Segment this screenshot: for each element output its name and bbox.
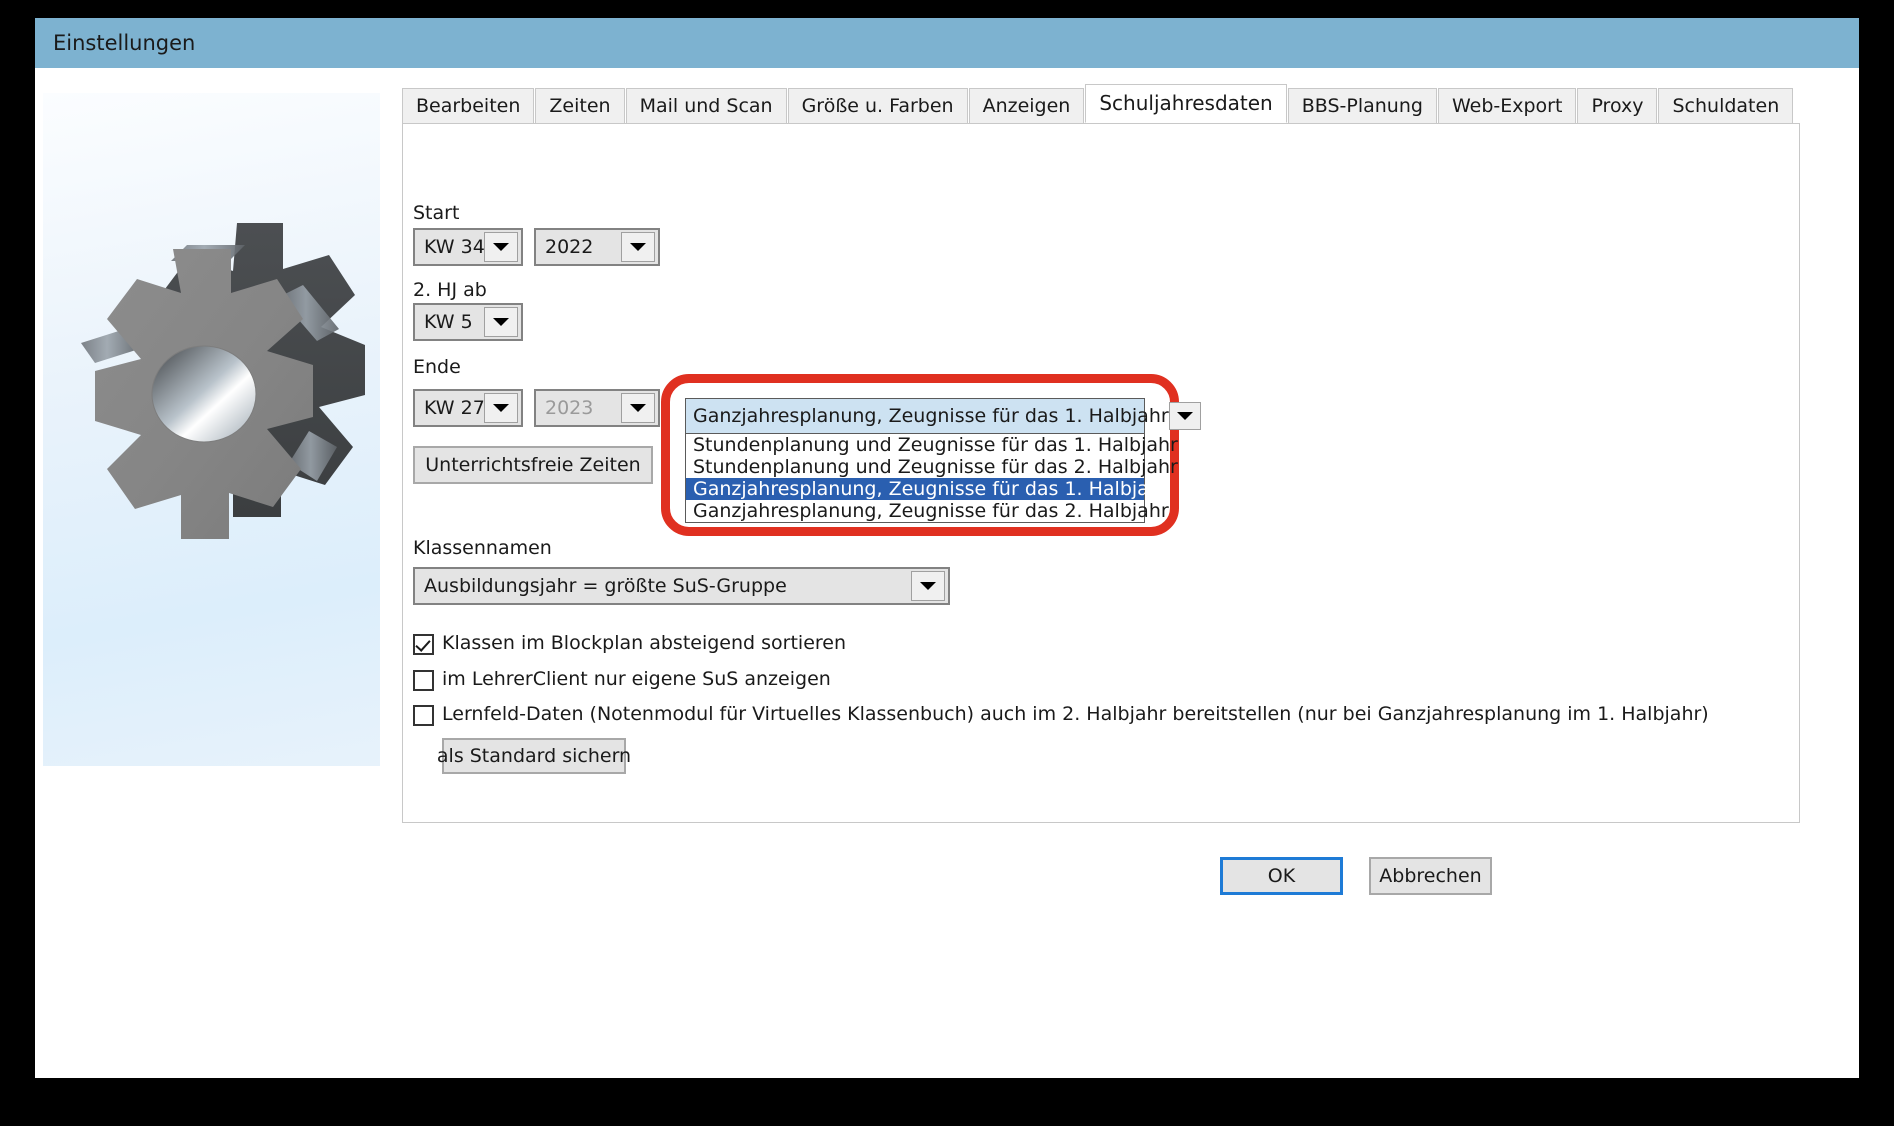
tab-schuljahresdaten[interactable]: Schuljahresdaten <box>1085 84 1287 123</box>
gear-illustration-panel <box>43 93 380 766</box>
tab-groesse-u-farben[interactable]: Größe u. Farben <box>787 88 968 123</box>
checkbox-row-lehrerclient-eigene-sus[interactable]: im LehrerClient nur eigene SuS anzeigen <box>413 668 831 691</box>
planungsart-option-list[interactable]: Stundenplanung und Zeugnisse für das 1. … <box>685 434 1178 523</box>
start-label: Start <box>413 202 460 224</box>
chevron-down-icon[interactable] <box>911 571 945 601</box>
checkbox-label-lernfeld-daten: Lernfeld-Daten (Notenmodul für Virtuelle… <box>442 703 1709 725</box>
start-week-combo[interactable]: KW 34 <box>413 228 523 266</box>
planungsart-combo[interactable]: Ganzjahresplanung, Zeugnisse für das 1. … <box>685 398 1201 434</box>
start-year-combo[interactable]: 2022 <box>534 228 660 266</box>
klassennamen-combo[interactable]: Ausbildungsjahr = größte SuS-Gruppe <box>413 567 950 605</box>
cancel-button[interactable]: Abbrechen <box>1369 857 1492 895</box>
checkbox-label-blockplan-sortieren: Klassen im Blockplan absteigend sortiere… <box>442 632 847 654</box>
planungsart-option-selected[interactable]: Ganzjahresplanung, Zeugnisse für das 1. … <box>686 478 1169 500</box>
tab-bearbeiten[interactable]: Bearbeiten <box>402 88 535 123</box>
ok-button[interactable]: OK <box>1220 857 1343 895</box>
planungsart-option[interactable]: Stundenplanung und Zeugnisse für das 2. … <box>686 456 1178 478</box>
checkbox-lernfeld-daten[interactable] <box>413 705 434 726</box>
checkbox-row-blockplan-sortieren[interactable]: Klassen im Blockplan absteigend sortiere… <box>413 632 846 655</box>
tab-proxy[interactable]: Proxy <box>1577 88 1658 123</box>
checkbox-row-lernfeld-daten[interactable]: Lernfeld-Daten (Notenmodul für Virtuelle… <box>413 703 1709 726</box>
hj2-week-value: KW 5 <box>424 311 473 333</box>
ende-label: Ende <box>413 356 461 378</box>
chevron-down-icon[interactable] <box>1168 402 1201 430</box>
ende-year-combo: 2023 <box>534 389 660 427</box>
chevron-down-icon <box>621 393 655 423</box>
checkbox-lehrerclient-eigene-sus[interactable] <box>413 670 434 691</box>
window-title: Einstellungen <box>53 31 196 55</box>
settings-dialog-window: Einstellungen Bearbeiten Zeiten Mail und… <box>35 18 1859 1078</box>
hj2-week-combo[interactable]: KW 5 <box>413 303 523 341</box>
ende-week-value: KW 27 <box>424 397 484 419</box>
planungsart-option[interactable]: Stundenplanung und Zeugnisse für das 1. … <box>686 434 1178 456</box>
gear-icon <box>81 223 365 539</box>
klassennamen-label: Klassennamen <box>413 537 552 559</box>
tab-mail-und-scan[interactable]: Mail und Scan <box>625 88 787 123</box>
hj2-label: 2. HJ ab <box>413 279 487 301</box>
chevron-down-icon[interactable] <box>621 232 655 262</box>
tab-zeiten[interactable]: Zeiten <box>535 88 625 123</box>
chevron-down-icon[interactable] <box>484 393 518 423</box>
tab-anzeigen[interactable]: Anzeigen <box>968 88 1085 123</box>
planungsart-selected-value: Ganzjahresplanung, Zeugnisse für das 1. … <box>693 405 1169 427</box>
ende-year-value: 2023 <box>545 397 594 419</box>
tab-web-export[interactable]: Web-Export <box>1437 88 1577 123</box>
tab-schuldaten[interactable]: Schuldaten <box>1658 88 1794 123</box>
checkbox-label-lehrerclient-eigene-sus: im LehrerClient nur eigene SuS anzeigen <box>442 668 831 690</box>
chevron-down-icon[interactable] <box>484 307 518 337</box>
dialog-body: Bearbeiten Zeiten Mail und Scan Größe u.… <box>35 68 1859 1078</box>
settings-tabstrip[interactable]: Bearbeiten Zeiten Mail und Scan Größe u.… <box>402 84 1800 124</box>
start-year-value: 2022 <box>545 236 594 258</box>
klassennamen-value: Ausbildungsjahr = größte SuS-Gruppe <box>424 575 787 597</box>
chevron-down-icon[interactable] <box>484 232 518 262</box>
unterrichtsfreie-zeiten-button[interactable]: Unterrichtsfreie Zeiten <box>413 446 653 484</box>
ende-week-combo[interactable]: KW 27 <box>413 389 523 427</box>
planungsart-option[interactable]: Ganzjahresplanung, Zeugnisse für das 2. … <box>686 500 1169 522</box>
checkbox-blockplan-sortieren[interactable] <box>413 634 434 655</box>
als-standard-sichern-button[interactable]: als Standard sichern <box>437 738 631 774</box>
start-week-value: KW 34 <box>424 236 484 258</box>
title-bar: Einstellungen <box>35 18 1859 68</box>
tab-bbs-planung[interactable]: BBS-Planung <box>1287 88 1437 123</box>
